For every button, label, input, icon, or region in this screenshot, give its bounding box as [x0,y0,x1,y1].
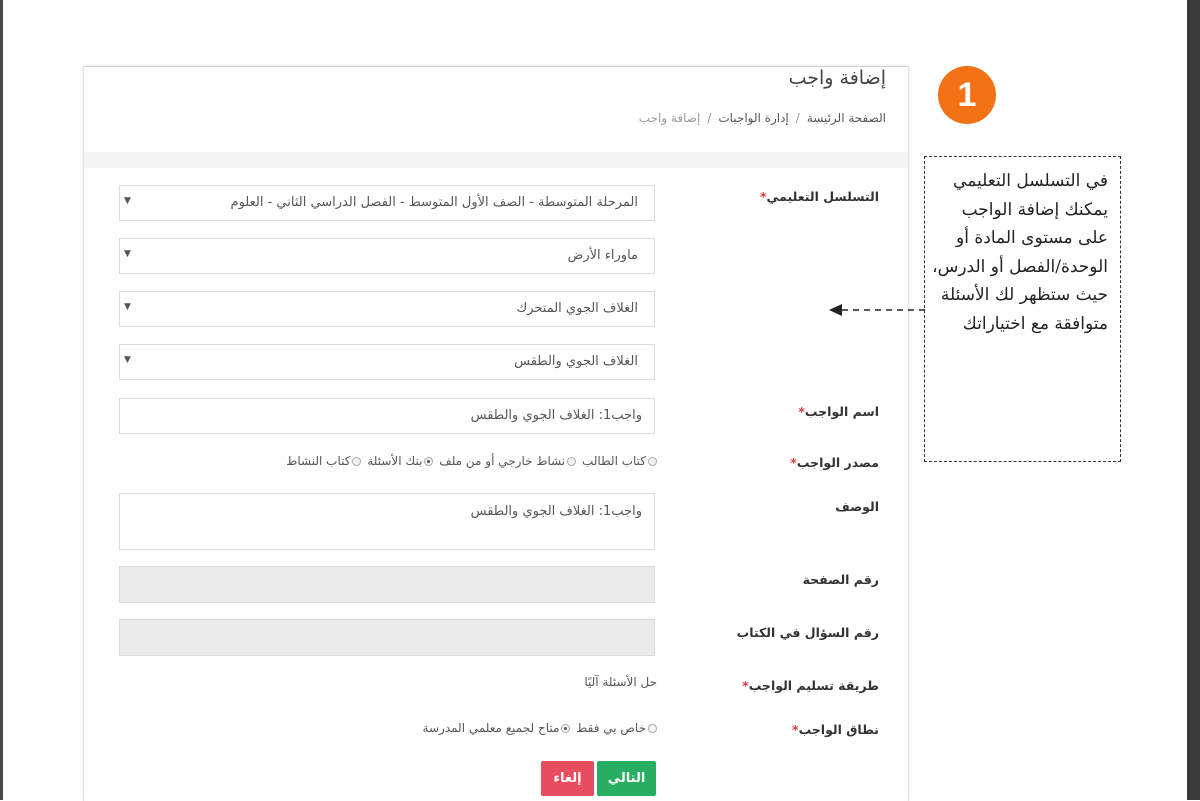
header-divider [84,152,908,168]
breadcrumb-separator: / [795,111,800,125]
radio-checked-icon[interactable] [424,457,434,466]
hierarchy-label: التسلسل التعليمي* [759,189,879,204]
window-edge-left [0,0,3,800]
source-label: مصدر الواجب* [790,455,879,470]
add-homework-panel: إضافة واجب الصفحة الرئيسة / إدارة الواجبات… [83,66,909,801]
scope-label: نطاق الواجب* [792,722,879,737]
delivery-method-value: حل الأسئلة آليًا [584,675,657,689]
breadcrumb: الصفحة الرئيسة / إدارة الواجبات / إضافة واجب [639,111,886,125]
description-value: واجب1: الغلاف الجوي والطقس [470,504,642,519]
unit-select-value: ماوراء الأرض [567,248,638,263]
homework-name-label: اسم الواجب* [798,404,879,419]
delivery-method-label: طريقة تسليم الواجب* [742,678,879,693]
cancel-button[interactable]: إلغاء [541,761,594,796]
radio-checked-icon[interactable] [561,724,571,733]
radio-icon[interactable] [648,457,657,466]
hierarchy-select[interactable]: المرحلة المتوسطة - الصف الأول المتوسط - … [119,185,655,221]
annotation-callout: في التسلسل التعليمي يمكنك إضافة الواجب ع… [924,156,1121,462]
question-number-label: رقم السؤال في الكتاب [736,625,879,640]
breadcrumb-homework-management[interactable]: إدارة الواجبات [718,111,788,125]
scope-radio-group: خاص بي فقط متاح لجميع معلمي المدرسة [421,721,657,735]
dropdown-arrow-icon: ▼ [124,196,131,206]
homework-name-input[interactable]: واجب1: الغلاف الجوي والطقس [119,398,655,434]
breadcrumb-home[interactable]: الصفحة الرئيسة [807,111,886,125]
lesson-select-value: الغلاف الجوي والطقس [514,354,638,369]
dropdown-arrow-icon: ▼ [124,302,131,312]
homework-name-value: واجب1: الغلاف الجوي والطقس [470,408,642,423]
dropdown-arrow-icon: ▼ [124,355,131,365]
question-number-input[interactable] [119,619,655,656]
window-edge-right [1187,0,1200,800]
chapter-select-value: الغلاف الجوي المتحرك [516,301,639,316]
description-textarea[interactable]: واجب1: الغلاف الجوي والطقس [119,493,655,550]
unit-select[interactable]: ماوراء الأرض ▼ [119,238,655,274]
lesson-select[interactable]: الغلاف الجوي والطقس ▼ [119,344,655,380]
radio-icon[interactable] [567,457,577,466]
source-option-question-bank[interactable]: بنك الأسئلة [367,454,434,468]
radio-icon[interactable] [352,457,362,466]
source-option-student-book[interactable]: كتاب الطالب [582,454,657,468]
dropdown-arrow-icon: ▼ [124,249,131,259]
step-number-badge: 1 [938,66,996,124]
next-button[interactable]: التالي [597,761,656,796]
description-label: الوصف [835,499,879,514]
scope-option-private[interactable]: خاص بي فقط [576,721,657,735]
pointer-arrow-icon [829,304,927,316]
source-option-external[interactable]: نشاط خارجي أو من ملف [439,454,577,468]
chapter-select[interactable]: الغلاف الجوي المتحرك ▼ [119,291,655,327]
scope-option-school[interactable]: متاح لجميع معلمي المدرسة [423,721,571,735]
breadcrumb-current: إضافة واجب [638,111,701,125]
hierarchy-select-value: المرحلة المتوسطة - الصف الأول المتوسط - … [230,195,638,210]
page-title: إضافة واجب [788,67,886,89]
radio-icon[interactable] [648,724,657,733]
annotation-callout-text: في التسلسل التعليمي يمكنك إضافة الواجب ع… [932,171,1108,334]
source-option-activity-book[interactable]: كتاب النشاط [286,454,362,468]
page-number-label: رقم الصفحة [802,572,879,587]
breadcrumb-separator: / [707,111,712,125]
panel-header: إضافة واجب الصفحة الرئيسة / إدارة الواجبات… [84,67,908,152]
page-number-input[interactable] [119,566,655,603]
source-radio-group: كتاب الطالب نشاط خارجي أو من ملف بنك الأ… [284,454,657,468]
